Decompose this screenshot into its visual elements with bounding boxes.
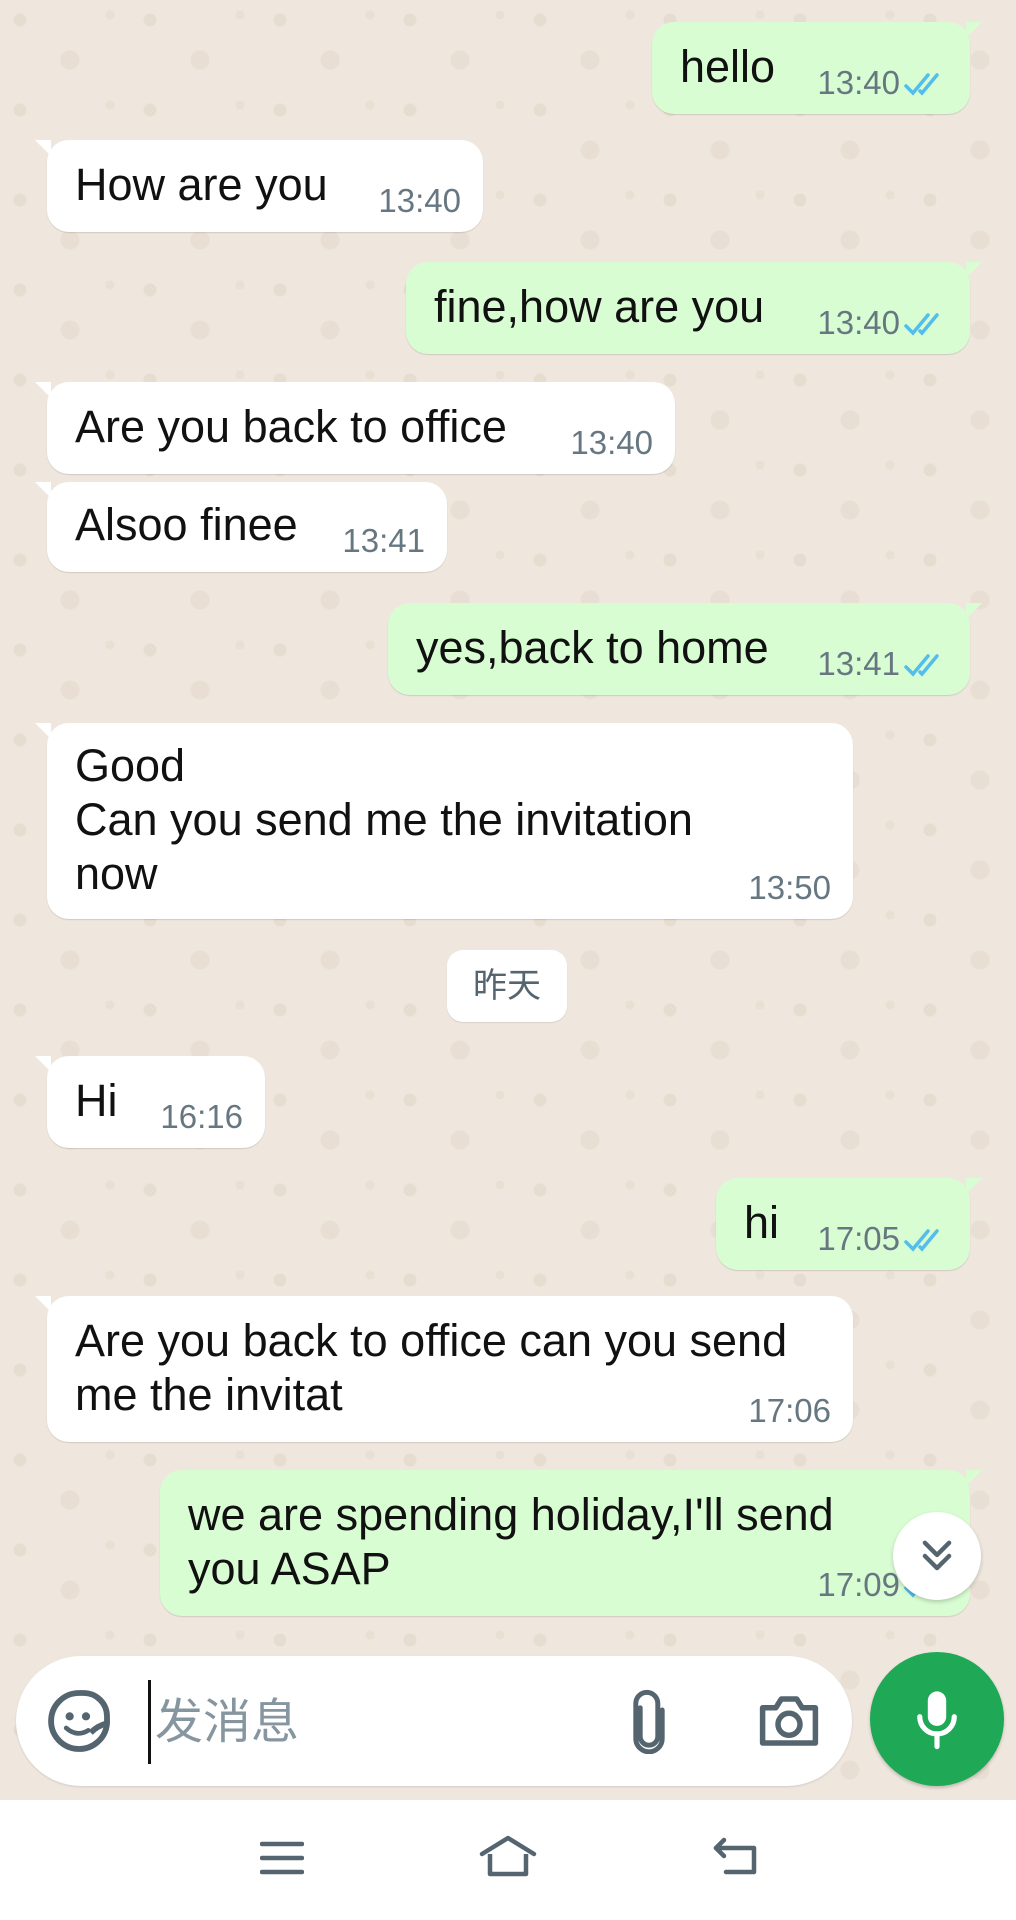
message-time: 13:50 <box>748 869 831 906</box>
message-bubble-outgoing[interactable]: fine,how are you 13:40 <box>406 262 982 354</box>
message-text: hi <box>744 1197 780 1248</box>
scroll-to-bottom-button[interactable] <box>893 1512 981 1600</box>
message-time: 17:06 <box>748 1392 831 1429</box>
back-icon[interactable] <box>710 1834 760 1878</box>
message-bubble-outgoing[interactable]: hello 13:40 <box>652 22 982 114</box>
microphone-icon <box>917 1691 957 1750</box>
menu-icon[interactable] <box>260 1838 304 1878</box>
message-time: 16:16 <box>160 1098 243 1135</box>
date-divider: 昨天 <box>447 950 567 1022</box>
camera-button[interactable] <box>756 1690 822 1752</box>
sticker-icon <box>48 1690 110 1752</box>
message-bubble-incoming[interactable]: Are you back to office can you send me t… <box>35 1296 853 1442</box>
message-time: 13:41 <box>817 645 900 682</box>
message-time: 13:40 <box>378 182 461 219</box>
sticker-button[interactable] <box>44 1686 114 1756</box>
message-time: 13:40 <box>570 424 653 461</box>
message-text: How are you <box>75 159 328 210</box>
voice-message-button[interactable] <box>870 1652 1004 1786</box>
message-time: 13:41 <box>342 522 425 559</box>
message-text: fine,how are you <box>434 281 765 332</box>
read-ticks-icon <box>904 654 939 677</box>
message-text: we are spending holiday,I'll send you AS… <box>188 1489 834 1594</box>
double-chevron-down-icon <box>922 1540 952 1571</box>
home-icon[interactable] <box>478 1834 538 1878</box>
message-bubble-incoming[interactable]: Alsoo finee 13:41 <box>35 482 447 572</box>
message-text: Are you back to office can you send me t… <box>75 1315 788 1420</box>
message-bubble-incoming[interactable]: How are you 13:40 <box>35 140 483 232</box>
read-ticks-icon <box>904 313 939 336</box>
message-text: Good Can you send me the invitation now <box>75 740 693 899</box>
attach-button[interactable] <box>616 1688 682 1755</box>
read-ticks-icon <box>904 1229 939 1252</box>
message-bubble-outgoing[interactable]: hi 17:05 <box>716 1178 982 1270</box>
message-time: 13:40 <box>817 304 900 341</box>
camera-icon <box>759 1696 819 1746</box>
message-bubble-incoming[interactable]: Good Can you send me the invitation now … <box>35 723 853 919</box>
message-input[interactable] <box>148 1680 637 1764</box>
message-bubble-incoming[interactable]: Are you back to office 13:40 <box>35 382 675 474</box>
message-composer <box>16 1656 852 1786</box>
system-navigation-bar <box>0 1800 1016 1920</box>
message-time: 13:40 <box>817 64 900 101</box>
message-text: Are you back to office <box>75 401 507 452</box>
paperclip-icon <box>633 1690 665 1755</box>
chat-area[interactable]: hello 13:40 How are you 13:40 fine,how a… <box>0 0 1016 1800</box>
read-ticks-icon <box>904 73 939 96</box>
message-text: hello <box>680 41 776 92</box>
message-bubble-incoming[interactable]: Hi 16:16 <box>35 1056 265 1148</box>
message-text: Alsoo finee <box>75 499 298 550</box>
message-bubble-outgoing[interactable]: we are spending holiday,I'll send you AS… <box>160 1470 982 1616</box>
message-time: 17:09 <box>817 1566 900 1603</box>
message-bubble-outgoing[interactable]: yes,back to home 13:41 <box>388 603 982 695</box>
message-text: yes,back to home <box>416 622 769 673</box>
message-time: 17:05 <box>817 1220 900 1257</box>
message-text: Hi <box>75 1075 118 1126</box>
